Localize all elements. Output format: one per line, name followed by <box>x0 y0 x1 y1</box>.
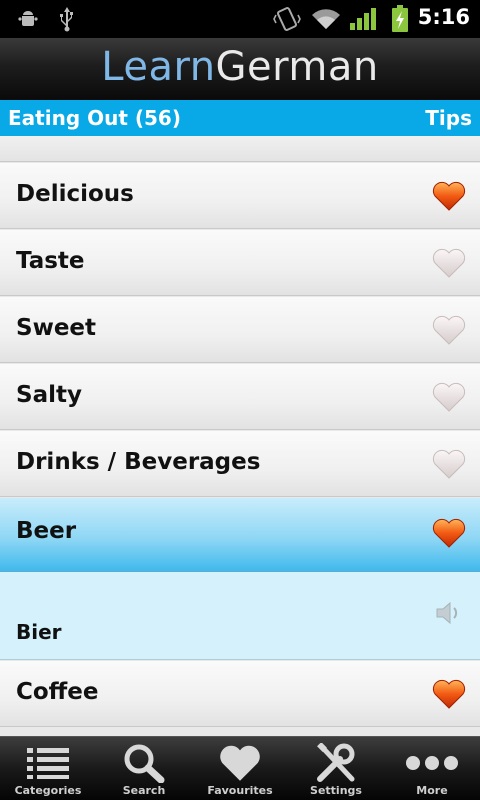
section-bar: Eating Out (56) Tips <box>0 100 480 136</box>
android-debug-icon <box>14 6 42 32</box>
nav-settings[interactable]: Settings <box>288 737 384 800</box>
wrench-screwdriver-icon <box>288 743 384 783</box>
heart-icon <box>192 743 288 783</box>
logo-learn-text: Learn <box>101 44 216 90</box>
heart-outline-icon[interactable] <box>432 248 466 278</box>
status-bar: 5:16 <box>0 0 480 38</box>
heart-icon[interactable] <box>432 181 466 211</box>
speaker-icon[interactable] <box>434 598 464 628</box>
list-item-label: Salty <box>16 382 82 408</box>
list-item-label: Delicious <box>16 181 134 207</box>
list-item-label: Coffee <box>16 679 99 705</box>
vibrate-icon <box>272 6 302 32</box>
bottom-nav: Categories Search Favourites Settings Mo… <box>0 736 480 800</box>
list-item-label: Beer <box>16 518 77 544</box>
translation-panel[interactable]: Bier <box>0 572 480 660</box>
list-item[interactable]: Coffee <box>0 661 480 727</box>
nav-label: More <box>416 784 448 797</box>
logo-german-text: German <box>215 44 379 90</box>
nav-label: Categories <box>14 784 82 797</box>
translation-text: Bier <box>16 620 62 644</box>
more-dots-icon <box>384 743 480 783</box>
nav-label: Favourites <box>207 784 273 797</box>
nav-label: Search <box>122 784 166 797</box>
section-title: Eating Out (56) <box>8 106 181 130</box>
list-item-label: Sweet <box>16 315 97 341</box>
signal-icon <box>348 6 378 32</box>
heart-icon[interactable] <box>432 679 466 709</box>
nav-categories[interactable]: Categories <box>0 737 96 800</box>
nav-more[interactable]: More <box>384 737 480 800</box>
battery-charging-icon <box>388 5 412 32</box>
app-logo: LearnGerman <box>0 44 480 90</box>
wifi-icon <box>310 6 342 32</box>
status-time: 5:16 <box>417 5 470 29</box>
list-icon <box>0 743 96 783</box>
list-item[interactable]: Sweet <box>0 297 480 363</box>
list-item[interactable]: Drinks / Beverages <box>0 431 480 497</box>
tips-button[interactable]: Tips <box>425 106 472 130</box>
app-header: LearnGerman <box>0 38 480 100</box>
list-item[interactable]: Taste <box>0 230 480 296</box>
nav-favourites[interactable]: Favourites <box>192 737 288 800</box>
heart-outline-icon[interactable] <box>432 315 466 345</box>
nav-search[interactable]: Search <box>96 737 192 800</box>
usb-icon <box>54 6 80 32</box>
list-item-label: Drinks / Beverages <box>16 449 261 475</box>
phrase-list[interactable]: Delicious Taste Sweet Salty Drinks / Bev… <box>0 136 480 736</box>
search-icon <box>96 743 192 783</box>
list-item-label: Taste <box>16 248 85 274</box>
nav-label: Settings <box>310 784 362 797</box>
heart-icon[interactable] <box>432 518 466 548</box>
heart-outline-icon[interactable] <box>432 382 466 412</box>
list-item-selected[interactable]: Beer <box>0 498 480 572</box>
list-item-partial[interactable] <box>0 136 480 162</box>
list-item[interactable]: Salty <box>0 364 480 430</box>
list-item[interactable]: Delicious <box>0 163 480 229</box>
heart-outline-icon[interactable] <box>432 449 466 479</box>
